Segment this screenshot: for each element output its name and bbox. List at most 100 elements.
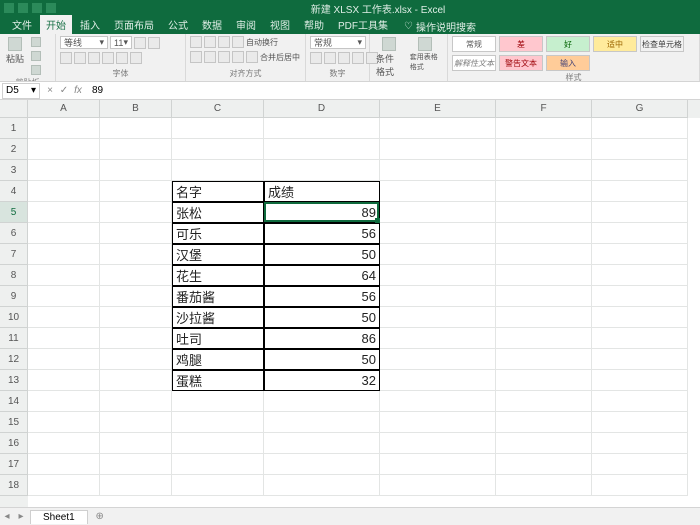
fill-color-button[interactable] [116, 52, 128, 64]
cell-A3[interactable] [28, 160, 100, 181]
row-header-6[interactable]: 6 [0, 223, 28, 244]
merge-center-button[interactable]: 合并后居中 [260, 52, 300, 63]
cell-E15[interactable] [380, 412, 496, 433]
cell-D8[interactable]: 64 [264, 265, 380, 286]
sheet-tab[interactable]: Sheet1 [30, 510, 88, 524]
cell-D17[interactable] [264, 454, 380, 475]
cell-F5[interactable] [496, 202, 592, 223]
row-header-14[interactable]: 14 [0, 391, 28, 412]
cell-A7[interactable] [28, 244, 100, 265]
cell-E4[interactable] [380, 181, 496, 202]
cell-G4[interactable] [592, 181, 688, 202]
row-header-4[interactable]: 4 [0, 181, 28, 202]
name-box[interactable]: D5 ▾ [2, 83, 40, 99]
cell-B17[interactable] [100, 454, 172, 475]
cell-B14[interactable] [100, 391, 172, 412]
cell-E2[interactable] [380, 139, 496, 160]
col-header-A[interactable]: A [28, 100, 100, 118]
style-check[interactable]: 检查单元格 [640, 36, 684, 52]
cell-C6[interactable]: 可乐 [172, 223, 264, 244]
underline-button[interactable] [88, 52, 100, 64]
font-color-button[interactable] [130, 52, 142, 64]
italic-button[interactable] [74, 52, 86, 64]
cell-C13[interactable]: 蛋糕 [172, 370, 264, 391]
select-all-corner[interactable] [0, 100, 28, 118]
format-table-button[interactable]: 套用表格格式 [408, 36, 443, 73]
copy-button[interactable] [29, 50, 43, 62]
cell-C7[interactable]: 汉堡 [172, 244, 264, 265]
tab-pdf[interactable]: PDF工具集 [332, 15, 394, 34]
cell-A17[interactable] [28, 454, 100, 475]
align-bottom-button[interactable] [218, 36, 230, 48]
cell-A16[interactable] [28, 433, 100, 454]
col-header-B[interactable]: B [100, 100, 172, 118]
col-header-D[interactable]: D [264, 100, 380, 118]
cell-D18[interactable] [264, 475, 380, 496]
cell-E3[interactable] [380, 160, 496, 181]
increase-font-button[interactable] [134, 37, 146, 49]
cell-B3[interactable] [100, 160, 172, 181]
cell-G11[interactable] [592, 328, 688, 349]
cell-E14[interactable] [380, 391, 496, 412]
comma-button[interactable] [338, 52, 350, 64]
row-header-10[interactable]: 10 [0, 307, 28, 328]
tab-file[interactable]: 文件 [6, 15, 38, 34]
cell-A9[interactable] [28, 286, 100, 307]
cell-A18[interactable] [28, 475, 100, 496]
cell-F2[interactable] [496, 139, 592, 160]
style-neutral[interactable]: 适中 [593, 36, 637, 52]
cell-C12[interactable]: 鸡腿 [172, 349, 264, 370]
style-bad[interactable]: 差 [499, 36, 543, 52]
cell-A13[interactable] [28, 370, 100, 391]
tab-insert[interactable]: 插入 [74, 15, 106, 34]
cell-E8[interactable] [380, 265, 496, 286]
cell-F14[interactable] [496, 391, 592, 412]
cell-D12[interactable]: 50 [264, 349, 380, 370]
cell-F12[interactable] [496, 349, 592, 370]
cell-C4[interactable]: 名字 [172, 181, 264, 202]
cell-F9[interactable] [496, 286, 592, 307]
indent-dec-button[interactable] [232, 51, 244, 63]
cell-E5[interactable] [380, 202, 496, 223]
undo-icon[interactable] [32, 3, 42, 13]
conditional-format-button[interactable]: 条件格式 [374, 36, 405, 79]
cell-F1[interactable] [496, 118, 592, 139]
cell-F18[interactable] [496, 475, 592, 496]
font-size-combo[interactable]: 11▾ [110, 36, 132, 49]
wrap-text-button[interactable]: 自动换行 [246, 37, 278, 48]
cell-A10[interactable] [28, 307, 100, 328]
cell-D3[interactable] [264, 160, 380, 181]
cell-A4[interactable] [28, 181, 100, 202]
cell-E10[interactable] [380, 307, 496, 328]
cell-D10[interactable]: 50 [264, 307, 380, 328]
cell-E16[interactable] [380, 433, 496, 454]
cell-A8[interactable] [28, 265, 100, 286]
style-warn[interactable]: 警告文本 [499, 55, 543, 71]
formula-input[interactable]: 89 [88, 85, 700, 96]
cell-G15[interactable] [592, 412, 688, 433]
cell-C9[interactable]: 番茄酱 [172, 286, 264, 307]
currency-button[interactable] [310, 52, 322, 64]
row-header-2[interactable]: 2 [0, 139, 28, 160]
cell-B6[interactable] [100, 223, 172, 244]
col-header-G[interactable]: G [592, 100, 688, 118]
cell-A14[interactable] [28, 391, 100, 412]
tab-formulas[interactable]: 公式 [162, 15, 194, 34]
cell-G1[interactable] [592, 118, 688, 139]
align-right-button[interactable] [218, 51, 230, 63]
font-family-combo[interactable]: 等线▾ [60, 36, 108, 49]
cell-G7[interactable] [592, 244, 688, 265]
row-header-15[interactable]: 15 [0, 412, 28, 433]
cells-area[interactable]: 名字成绩张松89可乐56汉堡50花生64番茄酱56沙拉酱50吐司86鸡腿50蛋糕… [28, 118, 700, 507]
cell-A15[interactable] [28, 412, 100, 433]
cell-E18[interactable] [380, 475, 496, 496]
cell-E11[interactable] [380, 328, 496, 349]
row-header-16[interactable]: 16 [0, 433, 28, 454]
align-center-button[interactable] [204, 51, 216, 63]
cell-B13[interactable] [100, 370, 172, 391]
cell-E7[interactable] [380, 244, 496, 265]
cell-C8[interactable]: 花生 [172, 265, 264, 286]
cell-G18[interactable] [592, 475, 688, 496]
redo-icon[interactable] [46, 3, 56, 13]
cell-C1[interactable] [172, 118, 264, 139]
